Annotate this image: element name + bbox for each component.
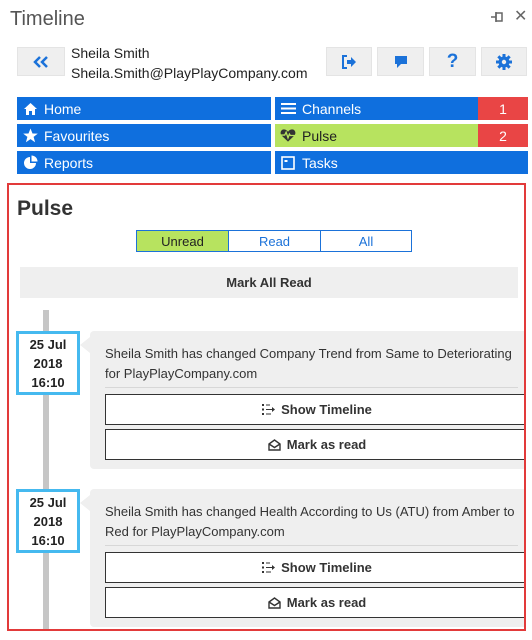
- nav-channels[interactable]: Channels: [275, 97, 478, 120]
- date-year: 2018: [33, 514, 63, 529]
- sign-out-button[interactable]: [326, 47, 372, 76]
- nav-favourites-label: Favourites: [44, 127, 110, 144]
- mark-as-read-button[interactable]: Mark as read: [105, 587, 524, 618]
- envelope-open-icon: [268, 438, 281, 451]
- envelope-open-icon: [268, 596, 281, 609]
- nav-home[interactable]: Home: [17, 97, 271, 120]
- home-icon: [22, 101, 38, 117]
- question-icon: ?: [446, 50, 459, 72]
- filter-read[interactable]: Read: [228, 230, 321, 252]
- date-time: 16:10: [31, 533, 65, 548]
- gear-icon: [496, 53, 512, 70]
- mark-as-read-label: Mark as read: [286, 437, 367, 452]
- date-year: 2018: [33, 356, 63, 371]
- card-pointer: [80, 337, 90, 353]
- sign-out-icon: [342, 54, 356, 69]
- nav-tasks-label: Tasks: [302, 154, 338, 171]
- filter-all[interactable]: All: [320, 230, 412, 252]
- user-name: Sheila Smith: [71, 45, 150, 61]
- card-divider: [105, 545, 518, 546]
- filter-unread[interactable]: Unread: [136, 230, 229, 252]
- help-button[interactable]: ?: [429, 47, 476, 76]
- nav-pulse-label: Pulse: [302, 127, 338, 144]
- pulse-card: Sheila Smith has changed Health Accordin…: [80, 489, 524, 627]
- show-timeline-label: Show Timeline: [281, 402, 372, 417]
- date-time: 16:10: [31, 375, 65, 390]
- card-divider: [105, 387, 518, 388]
- mark-all-read-button[interactable]: Mark All Read: [20, 267, 518, 298]
- date-badge: 25 Jul 2018 16:10: [16, 331, 80, 395]
- channels-count-badge: 1: [478, 97, 528, 120]
- pulse-message: Sheila Smith has changed Company Trend f…: [105, 346, 512, 381]
- date-day: 25 Jul: [29, 337, 67, 352]
- messages-button[interactable]: [377, 47, 424, 76]
- mark-as-read-button[interactable]: Mark as read: [105, 429, 524, 460]
- timeline-icon: [262, 562, 276, 573]
- back-button[interactable]: [17, 47, 65, 76]
- tasks-icon: [280, 155, 296, 171]
- close-icon[interactable]: ✕: [514, 9, 527, 25]
- nav-reports[interactable]: Reports: [17, 151, 271, 174]
- nav-favourites[interactable]: Favourites: [17, 124, 271, 147]
- heartbeat-icon: [280, 128, 296, 144]
- double-chevron-left-icon: [33, 55, 48, 68]
- nav-channels-label: Channels: [302, 100, 362, 117]
- pin-icon[interactable]: [490, 10, 504, 24]
- app-title: Timeline: [10, 8, 85, 30]
- show-timeline-button[interactable]: Show Timeline: [105, 552, 524, 583]
- comment-icon: [394, 55, 407, 68]
- card-pointer: [80, 495, 90, 511]
- pulse-title: Pulse: [17, 197, 74, 220]
- user-email: Sheila.Smith@PlayPlayCompany.com: [71, 65, 308, 81]
- date-day: 25 Jul: [29, 495, 67, 510]
- show-timeline-label: Show Timeline: [281, 560, 372, 575]
- nav-reports-label: Reports: [44, 154, 94, 171]
- mark-as-read-label: Mark as read: [286, 595, 367, 610]
- pulse-card: Sheila Smith has changed Company Trend f…: [80, 331, 524, 469]
- timeline-icon: [262, 404, 276, 415]
- pie-chart-icon: [22, 155, 38, 171]
- pulse-message: Sheila Smith has changed Health Accordin…: [105, 504, 515, 539]
- nav-home-label: Home: [44, 100, 82, 117]
- nav-pulse[interactable]: Pulse: [275, 124, 478, 147]
- title-bar: Timeline ✕: [0, 0, 532, 40]
- nav-tasks[interactable]: Tasks: [275, 151, 528, 174]
- settings-button[interactable]: [481, 47, 527, 76]
- list-icon: [280, 101, 296, 117]
- date-badge: 25 Jul 2018 16:10: [16, 489, 80, 553]
- pulse-panel: Pulse Unread Read All Mark All Read 25 J…: [7, 183, 526, 631]
- star-icon: [22, 128, 38, 144]
- pulse-count-badge: 2: [478, 124, 528, 147]
- show-timeline-button[interactable]: Show Timeline: [105, 394, 524, 425]
